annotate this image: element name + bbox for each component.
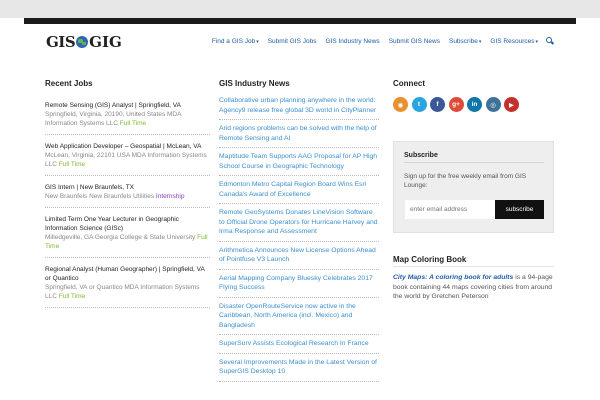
job-meta: New Braunfels New Braunfels Utilities In… bbox=[45, 192, 210, 201]
subscribe-divider bbox=[404, 162, 544, 163]
job-listing[interactable]: Limited Term One Year Lecturer in Geogra… bbox=[45, 215, 210, 258]
job-meta: Milledgeville, GA Georgia College & Stat… bbox=[45, 233, 210, 251]
recent-jobs-list: Remote Sensing (GIS) Analyst | Springfie… bbox=[45, 101, 210, 315]
logo-text-right: GIG bbox=[89, 33, 122, 51]
recent-jobs-heading: Recent Jobs bbox=[45, 79, 93, 88]
facebook-icon[interactable]: f bbox=[430, 97, 445, 112]
nav-item-submit-gis-jobs[interactable]: Submit GIS Jobs bbox=[268, 38, 317, 45]
job-title[interactable]: Remote Sensing (GIS) Analyst | Springfie… bbox=[45, 101, 210, 110]
news-item[interactable]: Remote GeoSystems Donates LineVision Sof… bbox=[219, 207, 379, 242]
site-header: GIS GIG Find a GIS Job▾ Submit GIS Jobs GI… bbox=[24, 24, 576, 58]
rss-icon[interactable]: ◉ bbox=[393, 97, 408, 112]
job-meta: McLean, Virginia, 22101 USA MDA Informat… bbox=[45, 151, 210, 169]
job-type: Full Time bbox=[58, 293, 86, 300]
twitter-icon[interactable]: t bbox=[411, 97, 427, 112]
nav-item-label: Submit GIS Jobs bbox=[267, 37, 317, 45]
main-nav: Find a GIS Job▾ Submit GIS Jobs GIS Indust… bbox=[203, 37, 555, 45]
globe-icon bbox=[76, 36, 89, 48]
linkedin-icon[interactable]: in bbox=[467, 97, 482, 112]
news-item[interactable]: Disaster OpenRouteService now active in … bbox=[219, 301, 379, 335]
chevron-down-icon: ▾ bbox=[478, 38, 482, 45]
job-meta: Springfield, Virginia, 20190, United Sta… bbox=[45, 110, 210, 128]
nav-item-find-a-gis-job[interactable]: Find a GIS Job▾ bbox=[212, 38, 259, 45]
job-title[interactable]: Limited Term One Year Lecturer in Geogra… bbox=[45, 215, 210, 233]
job-location-company: Milledgeville, GA Georgia College & Stat… bbox=[45, 234, 196, 241]
youtube-icon[interactable]: ▶ bbox=[504, 97, 519, 112]
job-listing[interactable]: Remote Sensing (GIS) Analyst | Springfie… bbox=[45, 101, 210, 135]
subscribe-button[interactable]: subscribe bbox=[495, 200, 544, 219]
job-location-company: New Braunfels New Braunfels Utilities bbox=[45, 193, 155, 200]
news-item[interactable]: Edmonton Metro Capital Region Board Wins… bbox=[219, 179, 379, 204]
site-logo[interactable]: GIS GIG bbox=[46, 33, 122, 51]
industry-news-list: Collaborative urban planning anywhere in… bbox=[219, 95, 379, 385]
nav-item-gis-industry-news[interactable]: GIS Industry News bbox=[326, 38, 380, 45]
map-book-description: City Maps: A coloring book for adults is… bbox=[393, 273, 554, 302]
nav-item-label: Submit GIS News bbox=[388, 37, 440, 45]
job-listing[interactable]: Regional Analyst (Human Geographer) | Sp… bbox=[45, 265, 210, 308]
nav-item-submit-gis-news[interactable]: Submit GIS News bbox=[389, 38, 440, 45]
instagram-icon[interactable]: ◎ bbox=[485, 97, 501, 112]
news-item[interactable]: Maptitude Team Supports AAG Proposal for… bbox=[219, 151, 379, 176]
map-book-link[interactable]: City Maps: A coloring book for adults bbox=[393, 274, 513, 281]
nav-item-label: Subscribe bbox=[448, 37, 478, 45]
news-item[interactable]: Aerial Mapping Company Bluesky Celebrate… bbox=[219, 273, 379, 298]
map-book-divider bbox=[393, 266, 554, 267]
job-type: Full Time bbox=[58, 161, 86, 168]
logo-text-left: GIS bbox=[46, 33, 76, 51]
industry-news-heading: GIS Industry News bbox=[219, 79, 290, 88]
job-location-company: Springfield, Virginia, 20190, United Sta… bbox=[45, 111, 182, 127]
job-type: Full Time bbox=[119, 120, 147, 127]
browser-top-band bbox=[0, 0, 600, 18]
job-listing[interactable]: GIS Intern | New Braunfels, TX New Braunf… bbox=[45, 183, 210, 208]
chevron-down-icon: ▾ bbox=[535, 38, 538, 45]
connect-heading: Connect bbox=[393, 79, 425, 88]
news-item[interactable]: Arithmetica Announces New License Option… bbox=[219, 245, 379, 270]
job-title[interactable]: Web Application Developer – Geospatial |… bbox=[45, 142, 210, 151]
search-icon[interactable] bbox=[546, 37, 555, 45]
nav-item-label: GIS Industry News bbox=[325, 37, 380, 45]
chevron-down-icon: ▾ bbox=[256, 38, 259, 45]
nav-item-gis-resources[interactable]: GIS Resources▾ bbox=[490, 38, 538, 45]
map-coloring-book-heading: Map Coloring Book bbox=[393, 255, 467, 264]
google-plus-icon[interactable]: g+ bbox=[448, 97, 464, 112]
job-title[interactable]: Regional Analyst (Human Geographer) | Sp… bbox=[45, 265, 210, 283]
news-item[interactable]: SuperSurv Assists Ecological Research In… bbox=[219, 338, 379, 354]
nav-item-label: Find a GIS Job bbox=[211, 37, 256, 45]
social-icons: ◉ t f g+ in ◎ ▶ bbox=[393, 97, 523, 112]
job-title[interactable]: GIS Intern | New Braunfels, TX bbox=[45, 183, 210, 192]
job-meta: Springfield, VA or Quantico MDA Informat… bbox=[45, 283, 210, 301]
job-type: Internship bbox=[155, 193, 185, 200]
subscribe-title: Subscribe bbox=[404, 152, 438, 159]
job-listing[interactable]: Web Application Developer – Geospatial |… bbox=[45, 142, 210, 176]
subscribe-widget: Subscribe Sign up for the free weekly em… bbox=[393, 141, 554, 233]
nav-item-label: GIS Resources bbox=[490, 37, 535, 45]
email-field[interactable] bbox=[405, 200, 495, 219]
news-item[interactable]: Several Improvements Made in the Latest … bbox=[219, 357, 379, 382]
news-item[interactable]: Collaborative urban planning anywhere in… bbox=[219, 95, 379, 120]
nav-item-subscribe[interactable]: Subscribe▾ bbox=[449, 38, 481, 45]
subscribe-description: Sign up for the free weekly email from G… bbox=[404, 173, 527, 189]
news-item[interactable]: Arid regions problems can be solved with… bbox=[219, 123, 379, 148]
